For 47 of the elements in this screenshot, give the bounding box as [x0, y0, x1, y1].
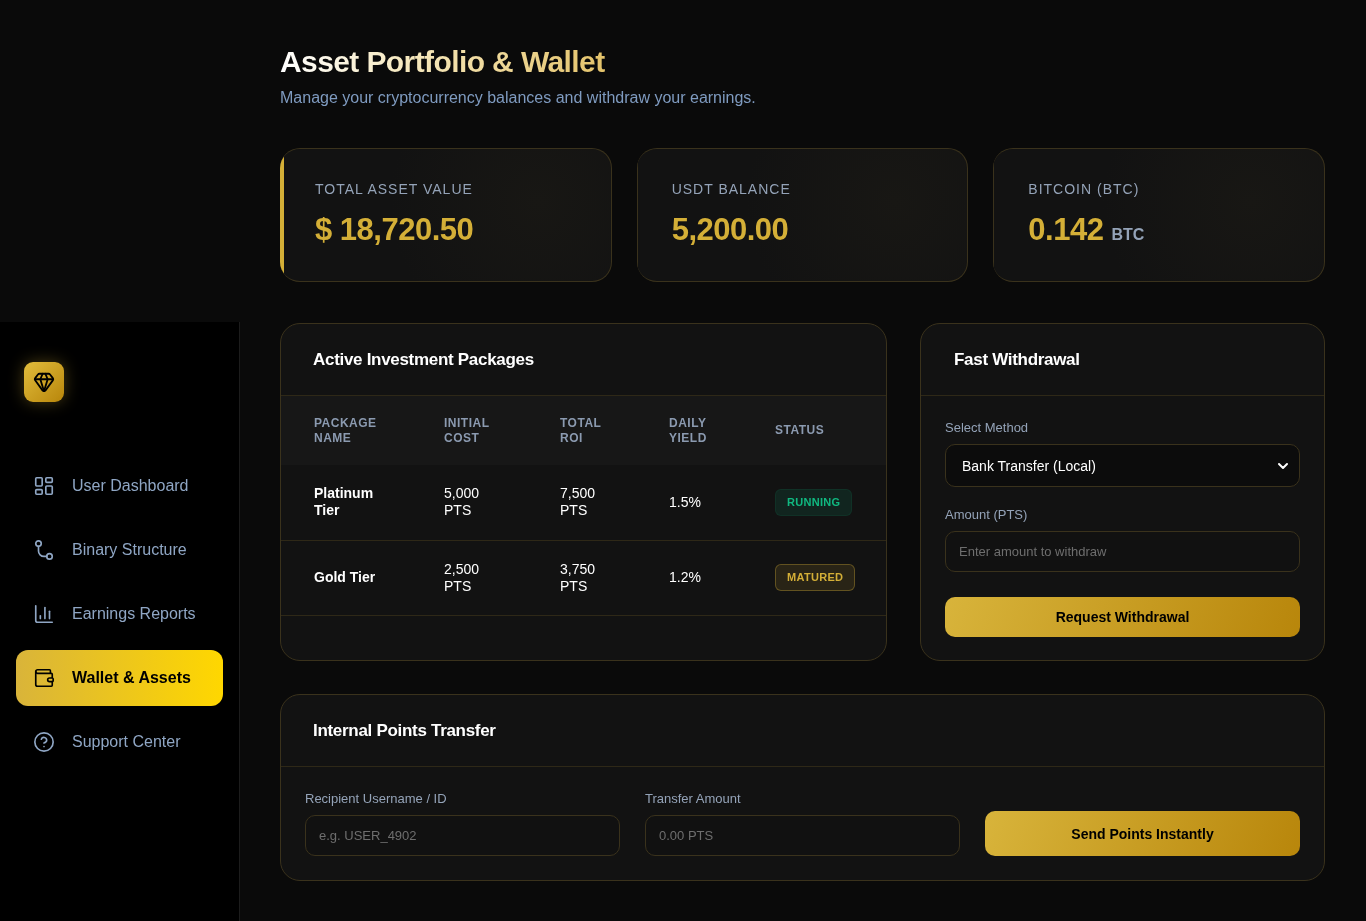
panel-title: Internal Points Transfer: [313, 720, 496, 741]
page-subtitle: Manage your cryptocurrency balances and withdraw your earnings.: [280, 88, 756, 108]
table-cell: 7,500 PTS: [560, 465, 669, 540]
table-cell: 5,000 PTS: [444, 465, 560, 540]
table-cell: 3,750 PTS: [560, 540, 669, 615]
table-cell: 2,500 PTS: [444, 540, 560, 615]
status-tag: RUNNING: [775, 488, 853, 516]
nav-item[interactable]: Support Center: [16, 714, 223, 770]
table-cell: 1.5%: [669, 465, 775, 540]
column-header: TOTAL ROI: [560, 396, 669, 465]
column-header: DAILY YIELD: [669, 396, 775, 465]
table-cell: Platinum Tier: [281, 465, 444, 540]
recipient-input[interactable]: e.g. USER_4902: [305, 815, 620, 856]
field-label: Select Method: [945, 420, 1029, 436]
nav-item[interactable]: Earnings Reports: [16, 586, 223, 642]
stat-unit: BTC: [1111, 226, 1145, 244]
panel-title: Fast Withdrawal: [954, 349, 1080, 370]
table-cell: 1.2%: [669, 540, 775, 615]
dashboard-grid-icon: [33, 475, 55, 497]
node-link-icon: [33, 539, 55, 561]
send-points-button[interactable]: Send Points Instantly: [985, 811, 1300, 856]
request-withdrawal-button[interactable]: Request Withdrawal: [945, 597, 1300, 637]
column-header: PACKAGE NAME: [281, 396, 444, 465]
column-header: STATUS: [775, 396, 886, 465]
bar-chart-icon: [33, 603, 55, 625]
stat-value: $ 18,720.50: [315, 211, 474, 249]
stat-label: BITCOIN (BTC): [1028, 181, 1140, 198]
column-header: INITIAL COST: [444, 396, 560, 465]
method-select[interactable]: Bank Transfer (Local): [945, 444, 1300, 487]
stat-value: 5,200.00: [671, 211, 789, 249]
amount-input[interactable]: Enter amount to withdraw: [945, 531, 1300, 572]
stat-label: USDT BALANCE: [671, 181, 791, 198]
diamond-logo-icon: [24, 362, 64, 402]
panel-title: Active Investment Packages: [313, 349, 534, 370]
field-label: Transfer Amount: [645, 791, 741, 807]
status-tag: MATURED: [775, 564, 856, 591]
stat-value: 0.142: [1028, 211, 1104, 249]
field-label: Amount (PTS): [945, 507, 1028, 523]
help-icon: [33, 731, 55, 753]
nav-item[interactable]: Wallet & Assets: [16, 650, 223, 706]
table-cell: Gold Tier: [281, 540, 444, 615]
stat-label: TOTAL ASSET VALUE: [315, 181, 473, 198]
nav-item[interactable]: User Dashboard: [16, 458, 223, 514]
transfer-amount-input[interactable]: 0.00 PTS: [645, 815, 960, 856]
wallet-icon: [33, 667, 55, 689]
nav-item[interactable]: Binary Structure: [16, 522, 223, 578]
field-label: Recipient Username / ID: [305, 791, 447, 807]
